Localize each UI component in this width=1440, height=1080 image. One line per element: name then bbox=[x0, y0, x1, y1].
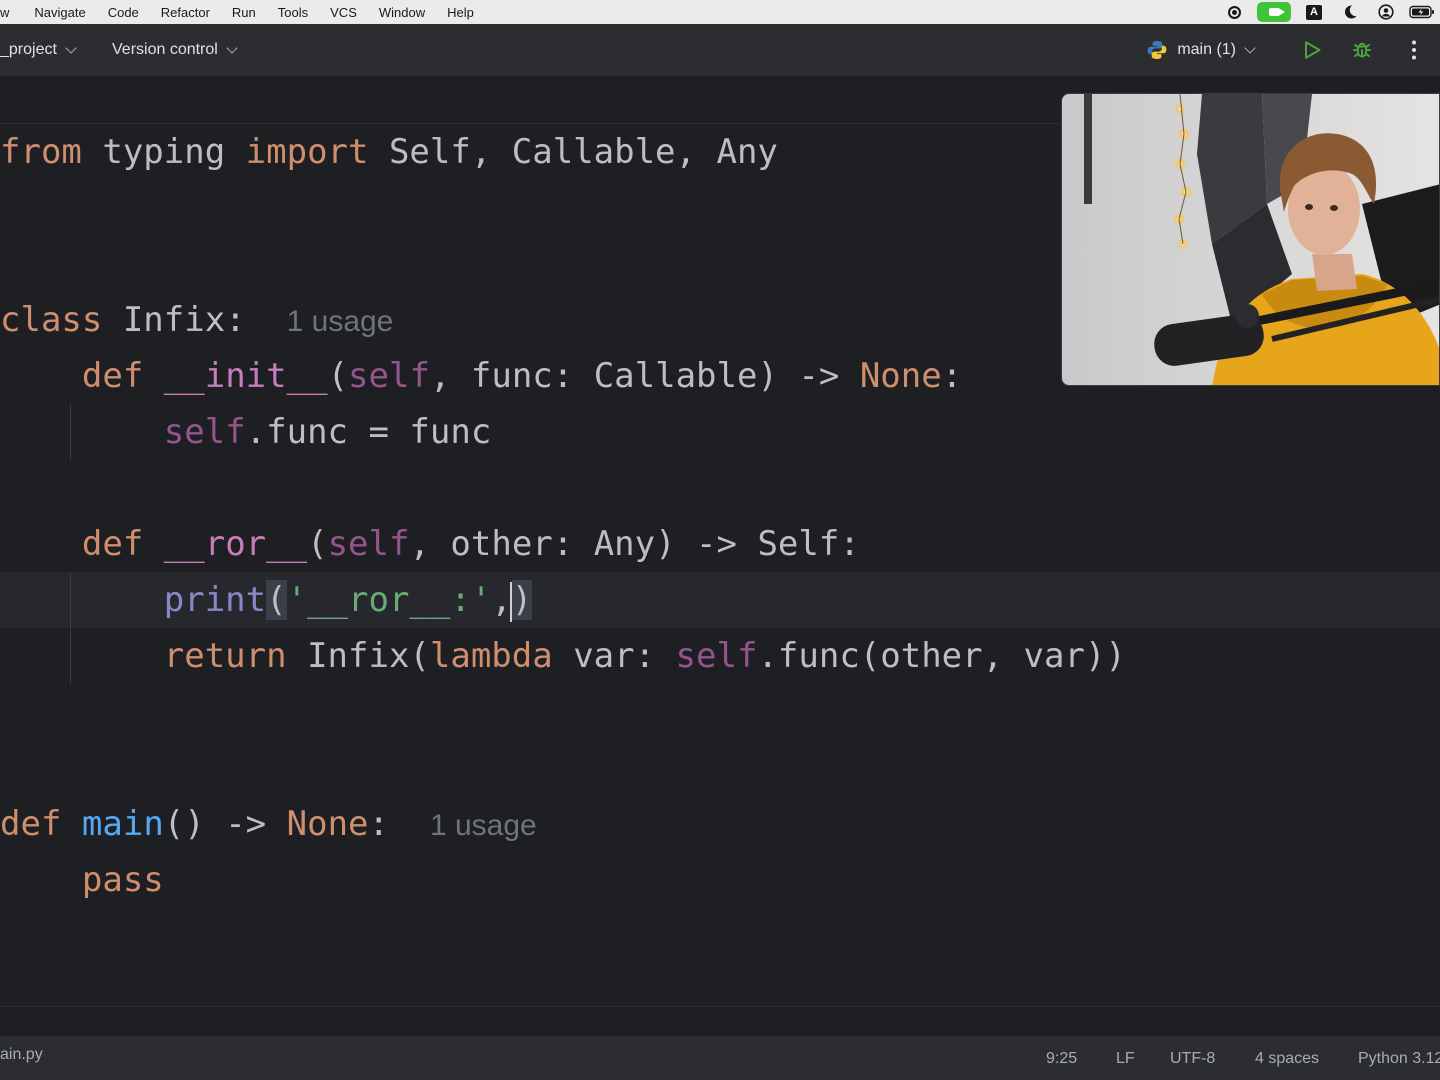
file-encoding[interactable]: UTF-8 bbox=[1170, 1050, 1215, 1068]
menu-bar-status-area: A bbox=[1216, 0, 1440, 24]
chevron-down-icon bbox=[1244, 41, 1256, 54]
code-line-main: def main() -> None: 1 usage bbox=[0, 804, 537, 844]
code-line-ror: def __ror__(self, other: Any) -> Self: bbox=[81, 524, 860, 564]
menu-item-vcs[interactable]: VCS bbox=[319, 5, 368, 20]
chevron-down-icon bbox=[226, 41, 238, 54]
menu-item-navigate[interactable]: Navigate bbox=[23, 5, 96, 20]
menu-item-help[interactable]: Help bbox=[436, 5, 485, 20]
code-line-print: print('__ror__:',) bbox=[163, 580, 533, 622]
code-line-pass: pass bbox=[81, 860, 164, 900]
facetime-icon[interactable] bbox=[1252, 0, 1296, 24]
project-selector[interactable]: _project bbox=[0, 41, 77, 59]
toolbar-right: main (1) bbox=[1146, 24, 1440, 76]
screen-record-icon[interactable] bbox=[1216, 0, 1252, 24]
input-source-icon[interactable]: A bbox=[1296, 0, 1332, 24]
ide-toolbar: _project Version control main (1) bbox=[0, 24, 1440, 76]
version-control-label: Version control bbox=[112, 41, 218, 58]
python-icon bbox=[1147, 41, 1167, 59]
usage-hint[interactable]: 1 usage bbox=[430, 809, 537, 842]
more-actions-icon[interactable] bbox=[1388, 39, 1440, 61]
status-bar-divider bbox=[0, 1006, 1440, 1007]
chevron-down-icon bbox=[65, 41, 77, 54]
project-name: _project bbox=[0, 41, 57, 58]
run-config-label: main (1) bbox=[1177, 41, 1236, 58]
menu-item-tools[interactable]: Tools bbox=[267, 5, 319, 20]
line-separator[interactable]: LF bbox=[1116, 1050, 1135, 1068]
code-line-return: return Infix(lambda var: self.func(other… bbox=[163, 636, 1126, 676]
debug-icon[interactable] bbox=[1336, 38, 1388, 62]
usage-hint[interactable]: 1 usage bbox=[287, 305, 394, 338]
code-line-assign: self.func = func bbox=[163, 412, 492, 452]
caret-position[interactable]: 9:25 bbox=[1046, 1050, 1077, 1068]
code-line-import: from typing import Self, Callable, Any bbox=[0, 132, 778, 172]
menu-item-run[interactable]: Run bbox=[221, 5, 267, 20]
version-control-selector[interactable]: Version control bbox=[112, 41, 238, 59]
menu-item-view[interactable]: w bbox=[0, 5, 23, 20]
menu-item-code[interactable]: Code bbox=[97, 5, 150, 20]
menu-item-refactor[interactable]: Refactor bbox=[150, 5, 221, 20]
run-config-selector[interactable]: main (1) bbox=[1146, 39, 1256, 61]
run-icon[interactable] bbox=[1288, 39, 1336, 61]
python-interpreter[interactable]: Python 3.12 bbox=[1358, 1050, 1440, 1068]
menu-bar: w Navigate Code Refactor Run Tools VCS W… bbox=[0, 0, 1440, 24]
indent-setting[interactable]: 4 spaces bbox=[1255, 1050, 1319, 1068]
code-line-class: class Infix: 1 usage bbox=[0, 300, 394, 340]
webcam-overlay bbox=[1061, 93, 1440, 386]
battery-icon[interactable] bbox=[1404, 0, 1440, 24]
user-icon[interactable] bbox=[1368, 0, 1404, 24]
webcam-presenter-image bbox=[1062, 94, 1439, 385]
code-line-init: def __init__(self, func: Callable) -> No… bbox=[81, 356, 963, 396]
menu-item-window[interactable]: Window bbox=[368, 5, 436, 20]
status-bar: ain.py 9:25 LF UTF-8 4 spaces Python 3.1… bbox=[0, 1006, 1440, 1080]
breadcrumb-file[interactable]: ain.py bbox=[0, 1046, 43, 1064]
focus-moon-icon[interactable] bbox=[1332, 0, 1368, 24]
